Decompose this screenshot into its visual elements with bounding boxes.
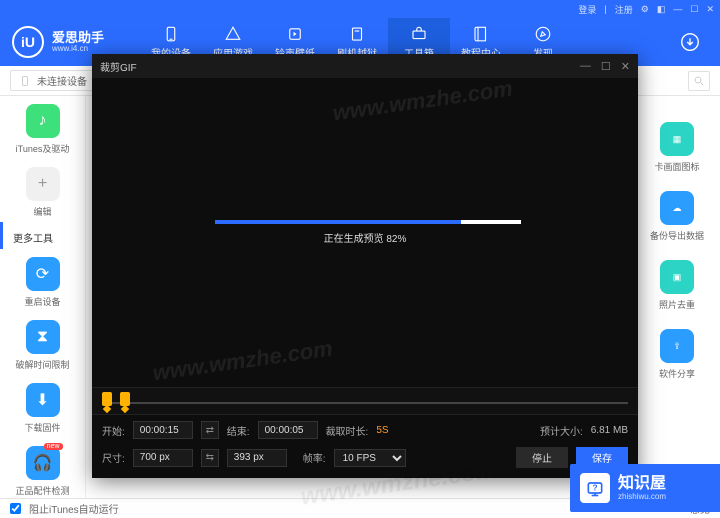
brand-name: 知识屋 [618, 476, 666, 492]
modal-maximize-icon[interactable]: ☐ [601, 60, 611, 73]
sidebar-item-restart[interactable]: ⟳ 重启设备 [0, 249, 85, 312]
minimize-icon[interactable]: — [673, 4, 682, 14]
backup-icon: ☁ [660, 191, 694, 225]
brand-overlay: ? 知识屋 zhishiwu.com [570, 464, 720, 512]
brand-logo-icon: ? [580, 473, 610, 503]
end-time-input[interactable] [258, 421, 318, 439]
restart-icon: ⟳ [26, 257, 60, 291]
svg-text:?: ? [592, 483, 597, 493]
skin-icon[interactable]: ◧ [657, 4, 666, 15]
logo-title: 爱思助手 [52, 31, 104, 44]
book-icon [472, 25, 490, 43]
sidebar-item-accessory[interactable]: 🎧new 正品配件检测 [0, 438, 85, 498]
gif-crop-modal: 裁剪GIF — ☐ ✕ www.wmzhe.com www.wmzhe.com … [92, 54, 638, 478]
settings-icon[interactable]: ⚙ [641, 4, 649, 15]
maximize-icon[interactable]: ☐ [690, 4, 698, 15]
start-time-input[interactable] [133, 421, 193, 439]
phone-small-icon [19, 75, 31, 87]
download-icon: ⬇ [26, 383, 60, 417]
watermark-text: www.wmzhe.com [151, 336, 334, 387]
sidebar-label: 下载固件 [24, 421, 60, 434]
grid-icon: ▦ [660, 122, 694, 156]
clip-length-label: 裁取时长: [326, 423, 369, 438]
register-link[interactable]: 注册 [615, 3, 633, 16]
modal-close-icon[interactable]: ✕ [621, 60, 630, 73]
right-label: 照片去重 [659, 298, 695, 311]
progress-text: 正在生成预览 82% [215, 230, 515, 245]
right-sidebar: ▦ 卡画面图标 ☁ 备份导出数据 ▣ 照片去重 ⇪ 软件分享 [634, 96, 720, 498]
share-icon: ⇪ [660, 329, 694, 363]
sidebar-section-more-tools: 更多工具 [0, 222, 85, 249]
sidebar-item-firmware[interactable]: ⬇ 下载固件 [0, 375, 85, 438]
divider: | [604, 4, 606, 14]
hourglass-icon: ⧗ [26, 320, 60, 354]
toolbox-icon [410, 25, 428, 43]
earpods-icon: 🎧new [26, 446, 60, 480]
right-item-backup[interactable]: ☁ 备份导出数据 [650, 185, 704, 248]
fps-select[interactable]: 10 FPS [334, 449, 406, 467]
dimension-label: 尺寸: [102, 450, 125, 465]
left-sidebar: ♪ iTunes及驱动 + 编辑 更多工具 ⟳ 重启设备 ⧗ 破解时间限制 ⬇ … [0, 96, 86, 498]
right-item-icon-fix[interactable]: ▦ 卡画面图标 [654, 116, 699, 179]
modal-minimize-icon[interactable]: — [580, 60, 591, 73]
logo-subtitle: www.i4.cn [52, 44, 104, 53]
login-link[interactable]: 登录 [578, 3, 596, 16]
timeline-handle-end[interactable] [120, 392, 130, 406]
right-label: 软件分享 [659, 367, 695, 380]
end-label: 结束: [227, 423, 250, 438]
modal-controls: 开始: ⇄ 结束: 裁取时长: 5S 预计大小: 6.81 MB 尺寸: ⇆ 帧… [92, 415, 638, 478]
sidebar-label: 编辑 [33, 205, 51, 218]
progress-fill [215, 220, 461, 224]
width-input[interactable] [133, 449, 193, 467]
block-itunes-checkbox[interactable] [10, 503, 21, 514]
link-dimensions-button[interactable]: ⇆ [201, 449, 219, 467]
swap-button[interactable]: ⇄ [201, 421, 219, 439]
download-manager-icon[interactable] [660, 31, 720, 53]
right-label: 备份导出数据 [650, 229, 704, 242]
device-status[interactable]: 未连接设备 [10, 70, 96, 91]
sidebar-item-timelimit[interactable]: ⧗ 破解时间限制 [0, 312, 85, 375]
timeline-track [102, 402, 628, 404]
music-icon [286, 25, 304, 43]
sidebar-label: iTunes及驱动 [16, 142, 70, 155]
brand-url: zhishiwu.com [618, 492, 666, 501]
phone-icon [162, 25, 180, 43]
device-status-text: 未连接设备 [37, 73, 87, 88]
preview-area: www.wmzhe.com www.wmzhe.com 正在生成预览 82% [92, 78, 638, 387]
est-size-value: 6.81 MB [591, 425, 628, 436]
fps-label: 帧率: [303, 450, 326, 465]
apps-icon [224, 25, 242, 43]
height-input[interactable] [227, 449, 287, 467]
watermark-text: www.wmzhe.com [331, 76, 514, 127]
modal-titlebar: 裁剪GIF — ☐ ✕ [92, 54, 638, 78]
search-icon [693, 75, 705, 87]
modal-title: 裁剪GIF [100, 59, 137, 74]
progress-bar: 正在生成预览 82% [215, 220, 515, 245]
est-size-label: 预计大小: [540, 423, 583, 438]
start-label: 开始: [102, 423, 125, 438]
window-titlebar: 登录 | 注册 ⚙ ◧ — ☐ ✕ [0, 0, 720, 18]
sidebar-label: 破解时间限制 [15, 358, 69, 371]
search-button[interactable] [688, 71, 710, 91]
sidebar-label: 正品配件检测 [15, 484, 69, 497]
timeline[interactable] [92, 387, 638, 415]
itunes-icon: ♪ [26, 104, 60, 138]
timeline-handle-start[interactable] [102, 392, 112, 406]
sidebar-item-edit[interactable]: + 编辑 [0, 159, 85, 222]
sidebar-label: 重启设备 [24, 295, 60, 308]
block-itunes-label: 阻止iTunes自动运行 [29, 501, 119, 516]
stop-button[interactable]: 停止 [516, 447, 568, 468]
flash-icon [348, 25, 366, 43]
right-label: 卡画面图标 [654, 160, 699, 173]
clip-length-value: 5S [376, 425, 388, 436]
compass-icon [534, 25, 552, 43]
close-icon[interactable]: ✕ [706, 4, 714, 15]
right-item-share[interactable]: ⇪ 软件分享 [659, 323, 695, 386]
plus-icon: + [26, 167, 60, 201]
sidebar-item-itunes[interactable]: ♪ iTunes及驱动 [0, 96, 85, 159]
right-item-photo-dedupe[interactable]: ▣ 照片去重 [659, 254, 695, 317]
photo-icon: ▣ [660, 260, 694, 294]
logo-icon: iU [12, 26, 44, 58]
